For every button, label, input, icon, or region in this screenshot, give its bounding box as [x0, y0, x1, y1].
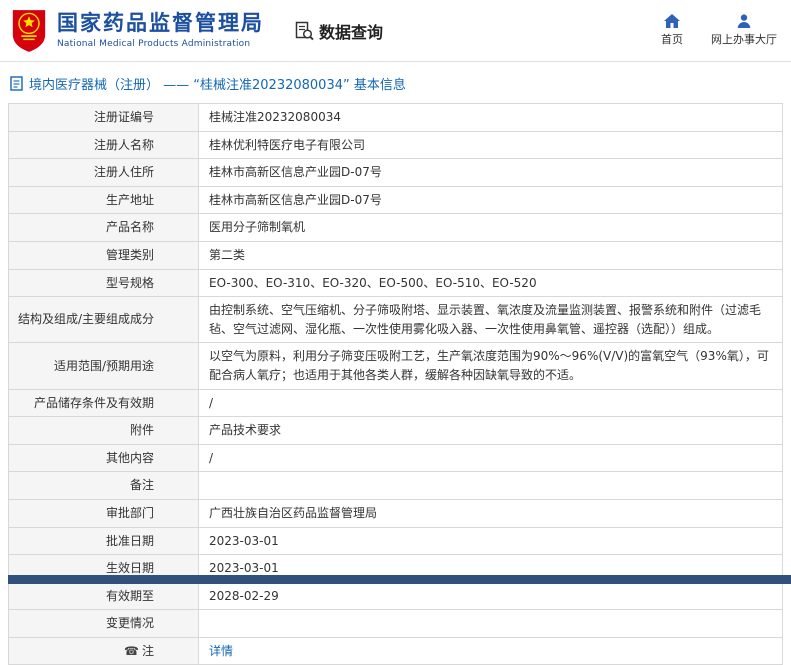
row-value: 详情 [198, 636, 783, 665]
row-value: 医用分子筛制氧机 [198, 213, 783, 242]
row-label: 注册人名称 [8, 130, 199, 160]
table-row: 适用范围/预期用途 以空气为原料，利用分子筛变压吸附工艺，生产氧浓度范围为90%～… [8, 342, 783, 390]
row-label: 产品储存条件及有效期 [8, 388, 199, 418]
row-label: 注册证编号 [8, 103, 199, 132]
row-label-text: 型号规格 [105, 275, 154, 290]
row-label-text: 变更情况 [105, 616, 154, 631]
row-value: / [198, 443, 783, 473]
row-label: ☎ 注 [8, 636, 199, 665]
site-header: 国家药品监督管理局 National Medical Products Admi… [0, 0, 791, 62]
data-query-icon [295, 21, 314, 40]
row-value: 桂林市高新区信息产业园D-07号 [198, 158, 783, 187]
table-row: 变更情况 [8, 609, 783, 638]
row-label: 生产地址 [8, 185, 199, 215]
row-label-text: 管理类别 [105, 247, 154, 262]
row-label-text: 注册人名称 [93, 137, 154, 152]
row-value: 2028-02-29 [198, 581, 783, 611]
table-row: 生产地址 桂林市高新区信息产业园D-07号 [8, 185, 783, 215]
row-value [198, 609, 783, 638]
row-value: 以空气为原料，利用分子筛变压吸附工艺，生产氧浓度范围为90%～96%(V/V)的… [198, 342, 783, 390]
document-icon [10, 76, 23, 91]
row-label-text: 有效期至 [105, 588, 154, 603]
user-icon [737, 14, 751, 28]
row-label: 批准日期 [8, 526, 199, 556]
table-row: 产品储存条件及有效期 / [8, 388, 783, 418]
row-value: 桂林优利特医疗电子有限公司 [198, 130, 783, 160]
table-row: 型号规格 EO-300、EO-310、EO-320、EO-500、EO-510、E… [8, 268, 783, 298]
site-title-block: 国家药品监督管理局 National Medical Products Admi… [57, 11, 264, 49]
table-row: 注册证编号 桂械注准20232080034 [8, 103, 783, 132]
nmpa-emblem-logo [12, 9, 46, 52]
row-value: 2023-03-01 [198, 526, 783, 556]
row-label-text: 注册人住所 [93, 165, 154, 180]
row-label-text: 生产地址 [105, 192, 154, 207]
breadcrumb: 境内医疗器械（注册） —— “桂械注准20232080034” 基本信息 [0, 62, 791, 103]
row-label: 管理类别 [8, 240, 199, 270]
row-label: 注册人住所 [8, 158, 199, 187]
note-icon: ☎ [124, 643, 139, 658]
row-label: 审批部门 [8, 498, 199, 528]
row-value: 桂林市高新区信息产业园D-07号 [198, 185, 783, 215]
page-footer [8, 575, 791, 584]
row-label-text: 注 [141, 643, 154, 658]
nav-service-hall-label: 网上办事大厅 [711, 33, 777, 46]
row-label: 型号规格 [8, 268, 199, 298]
row-value: 广西壮族自治区药品监督管理局 [198, 498, 783, 528]
table-row: 备注 [8, 471, 783, 500]
row-label-text: 产品储存条件及有效期 [33, 395, 154, 410]
row-label-text: 其他内容 [105, 450, 154, 465]
row-label-text: 产品名称 [105, 220, 154, 235]
table-row: 结构及组成/主要组成成分 由控制系统、空气压缩机、分子筛吸附塔、显示装置、氧浓度及… [8, 296, 783, 344]
row-label-text: 附件 [129, 423, 154, 438]
top-nav: 首页 网上办事大厅 [661, 14, 781, 47]
row-label-text: 备注 [129, 478, 154, 493]
data-query-section[interactable]: 数据查询 [294, 19, 383, 43]
row-label: 附件 [8, 416, 199, 445]
row-label-text: 结构及组成/主要组成成分 [17, 312, 154, 327]
site-title-en: National Medical Products Administration [57, 38, 251, 49]
table-row: 注册人名称 桂林优利特医疗电子有限公司 [8, 130, 783, 160]
site-title-cn: 国家药品监督管理局 [57, 11, 264, 36]
row-label: 变更情况 [8, 609, 199, 638]
table-row: ☎ 注详情 [8, 636, 783, 665]
row-value: / [198, 388, 783, 418]
row-value [198, 471, 783, 500]
detail-link[interactable]: 详情 [209, 644, 233, 658]
row-label: 有效期至 [8, 581, 199, 611]
row-label-text: 生效日期 [105, 561, 154, 576]
row-label: 适用范围/预期用途 [8, 342, 199, 390]
table-row: 注册人住所 桂林市高新区信息产业园D-07号 [8, 158, 783, 187]
row-label-text: 审批部门 [105, 505, 154, 520]
table-row: 其他内容 / [8, 443, 783, 473]
row-value: 由控制系统、空气压缩机、分子筛吸附塔、显示装置、氧浓度及流量监测装置、报警系统和… [198, 296, 783, 344]
table-row: 管理类别 第二类 [8, 240, 783, 270]
nav-home-label: 首页 [661, 33, 683, 46]
row-label-text: 注册证编号 [93, 110, 154, 124]
row-label: 其他内容 [8, 443, 199, 473]
nav-service-hall[interactable]: 网上办事大厅 [711, 14, 777, 47]
row-value: 产品技术要求 [198, 416, 783, 445]
breadcrumb-text: 境内医疗器械（注册） —— “桂械注准20232080034” 基本信息 [29, 78, 406, 93]
table-row: 产品名称 医用分子筛制氧机 [8, 213, 783, 242]
table-row: 审批部门 广西壮族自治区药品监督管理局 [8, 498, 783, 528]
row-value: 第二类 [198, 240, 783, 270]
table-row: 附件 产品技术要求 [8, 416, 783, 445]
row-label: 产品名称 [8, 213, 199, 242]
data-query-label: 数据查询 [319, 22, 384, 42]
table-row: 有效期至 2028-02-29 [8, 581, 783, 611]
row-value: EO-300、EO-310、EO-320、EO-500、EO-510、EO-52… [198, 268, 783, 298]
table-row: 批准日期 2023-03-01 [8, 526, 783, 556]
row-label: 备注 [8, 471, 199, 500]
row-label-text: 适用范围/预期用途 [53, 358, 154, 373]
row-label-text: 批准日期 [105, 533, 154, 548]
row-label: 结构及组成/主要组成成分 [8, 296, 199, 344]
nav-home[interactable]: 首页 [661, 14, 683, 47]
home-icon [664, 14, 680, 28]
row-value: 桂械注准20232080034 [198, 103, 783, 132]
